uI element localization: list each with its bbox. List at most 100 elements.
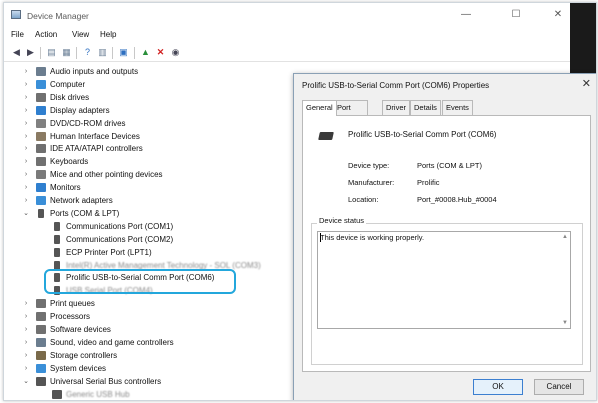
tree-device[interactable]: ECP Printer Port (LPT1) bbox=[4, 246, 294, 259]
expand-chevron-icon[interactable]: › bbox=[22, 117, 30, 130]
tree-category[interactable]: › Sound, video and game controllers bbox=[4, 336, 294, 349]
ok-button[interactable]: OK bbox=[473, 379, 523, 395]
expand-chevron-icon[interactable]: › bbox=[22, 181, 30, 194]
scroll-down-icon[interactable]: ▼ bbox=[562, 320, 568, 326]
tree-category[interactable]: ⌄ Ports (COM & LPT) bbox=[4, 207, 294, 220]
tree-category[interactable]: › Monitors bbox=[4, 181, 294, 194]
expand-chevron-icon[interactable]: › bbox=[22, 142, 30, 155]
storage-controller-icon bbox=[36, 350, 46, 360]
minimize-button[interactable]: — bbox=[452, 8, 480, 22]
menu-help[interactable]: Help bbox=[100, 30, 116, 39]
software-device-icon bbox=[36, 325, 46, 334]
tree-item-label: Audio inputs and outputs bbox=[50, 67, 139, 76]
menu-file[interactable]: File bbox=[11, 30, 24, 39]
expand-chevron-icon[interactable]: › bbox=[22, 78, 30, 91]
tab-driver[interactable]: Driver bbox=[382, 100, 410, 115]
sound-controller-icon bbox=[36, 337, 46, 347]
tree-category[interactable]: › Storage controllers bbox=[4, 349, 294, 362]
tree-category[interactable]: › Keyboards bbox=[4, 155, 294, 168]
expand-chevron-icon[interactable]: › bbox=[22, 168, 30, 181]
port-icon bbox=[54, 221, 60, 231]
location-value: Port_#0008.Hub_#0004 bbox=[417, 195, 497, 204]
tree-category[interactable]: ⌄ Universal Serial Bus controllers bbox=[4, 375, 294, 388]
tree-device[interactable]: Communications Port (COM1) bbox=[4, 220, 294, 233]
tree-category[interactable]: › Audio inputs and outputs bbox=[4, 65, 294, 78]
tab-details[interactable]: Details bbox=[410, 100, 441, 115]
expand-chevron-icon[interactable]: › bbox=[22, 155, 30, 168]
tree-category[interactable]: › System devices bbox=[4, 362, 294, 375]
expand-chevron-icon[interactable]: › bbox=[22, 130, 30, 143]
forward-icon[interactable]: ▶ bbox=[25, 47, 36, 58]
tree-category[interactable]: › Mice and other pointing devices bbox=[4, 168, 294, 181]
tree-item-label: System devices bbox=[50, 363, 107, 373]
manufacturer-value: Prolific bbox=[417, 178, 440, 187]
scan-hardware-icon[interactable]: ▣ bbox=[118, 47, 129, 58]
device-manager-window: Device Manager — ☐ ✕ File Action View He… bbox=[3, 2, 597, 401]
tree-category[interactable]: › Computer bbox=[4, 78, 294, 91]
menu-bar: File Action View Help bbox=[4, 28, 596, 42]
speaker-icon bbox=[36, 67, 46, 76]
menu-action[interactable]: Action bbox=[35, 30, 57, 39]
tree-item-label: Sound, video and game controllers bbox=[50, 337, 174, 347]
tree-category[interactable]: › Human Interface Devices bbox=[4, 130, 294, 143]
tab-events[interactable]: Events bbox=[442, 100, 473, 115]
hid-icon bbox=[36, 131, 46, 141]
collapse-chevron-icon[interactable]: ⌄ bbox=[22, 375, 30, 388]
tree-item-label: Disk drives bbox=[50, 92, 90, 102]
title-bar: Device Manager — ☐ ✕ bbox=[4, 3, 596, 27]
list-view-icon[interactable]: ▦ bbox=[61, 47, 72, 58]
tree-category[interactable]: › Display adapters bbox=[4, 104, 294, 117]
tree-item-label: Ports (COM & LPT) bbox=[50, 208, 120, 218]
maximize-button[interactable]: ☐ bbox=[502, 8, 530, 22]
device-status-textbox[interactable]: This device is working properly. ▲ ▼ bbox=[317, 231, 571, 329]
tree-category[interactable]: › Processors bbox=[4, 310, 294, 323]
expand-chevron-icon[interactable]: › bbox=[22, 336, 30, 349]
tree-device[interactable]: Communications Port (COM2) bbox=[4, 233, 294, 246]
system-device-icon bbox=[36, 363, 46, 373]
keyboard-icon bbox=[36, 157, 46, 167]
help-icon[interactable]: ? bbox=[82, 47, 93, 58]
printer-icon bbox=[36, 299, 46, 309]
tree-item-label: Processors bbox=[50, 312, 91, 322]
tree-category[interactable]: › Disk drives bbox=[4, 91, 294, 104]
expand-chevron-icon[interactable]: › bbox=[22, 194, 30, 207]
uninstall-icon[interactable]: ✕ bbox=[155, 47, 166, 58]
device-manager-icon bbox=[11, 10, 21, 19]
tree-item-label: Human Interface Devices bbox=[50, 131, 140, 141]
expand-chevron-icon[interactable]: › bbox=[22, 310, 30, 323]
network-adapter-icon bbox=[36, 196, 46, 205]
expand-chevron-icon[interactable]: › bbox=[22, 349, 30, 362]
tree-device[interactable]: Generic USB Hub bbox=[4, 388, 294, 401]
tab-general[interactable]: General bbox=[302, 100, 337, 116]
collapse-chevron-icon[interactable]: ⌄ bbox=[22, 207, 30, 220]
tree-category[interactable]: › Software devices bbox=[4, 323, 294, 336]
resources-view-icon[interactable]: ▥ bbox=[97, 47, 108, 58]
back-icon[interactable]: ◀ bbox=[11, 47, 22, 58]
expand-chevron-icon[interactable]: › bbox=[22, 104, 30, 117]
scroll-up-icon[interactable]: ▲ bbox=[562, 234, 568, 240]
cancel-button[interactable]: Cancel bbox=[534, 379, 584, 395]
close-button[interactable]: ✕ bbox=[544, 8, 572, 22]
tab-port-settings[interactable]: Port Settings bbox=[333, 100, 369, 126]
device-type-label: Device type: bbox=[348, 161, 390, 170]
tree-category[interactable]: › Print queues bbox=[4, 297, 294, 310]
enable-device-icon[interactable]: ◉ bbox=[170, 47, 181, 58]
expand-chevron-icon[interactable]: › bbox=[22, 297, 30, 310]
tree-category[interactable]: › IDE ATA/ATAPI controllers bbox=[4, 142, 294, 155]
tree-item-label: IDE ATA/ATAPI controllers bbox=[50, 144, 143, 154]
tree-category[interactable]: › DVD/CD-ROM drives bbox=[4, 117, 294, 130]
tree-item-label: DVD/CD-ROM drives bbox=[50, 118, 126, 128]
expand-chevron-icon[interactable]: › bbox=[22, 362, 30, 375]
expand-chevron-icon[interactable]: › bbox=[22, 65, 30, 78]
expand-chevron-icon[interactable]: › bbox=[22, 91, 30, 104]
tree-category[interactable]: › Network adapters bbox=[4, 194, 294, 207]
expand-chevron-icon[interactable]: › bbox=[22, 323, 30, 336]
menu-view[interactable]: View bbox=[72, 30, 89, 39]
tree-item-label: Mice and other pointing devices bbox=[50, 170, 163, 180]
properties-view-icon[interactable]: ▤ bbox=[46, 47, 57, 58]
dialog-close-icon[interactable]: ✕ bbox=[582, 77, 591, 90]
usb-icon bbox=[52, 389, 62, 399]
update-driver-icon[interactable]: ▲ bbox=[140, 47, 151, 58]
highlight-annotation bbox=[44, 269, 236, 294]
tree-item-label: Print queues bbox=[50, 299, 95, 309]
